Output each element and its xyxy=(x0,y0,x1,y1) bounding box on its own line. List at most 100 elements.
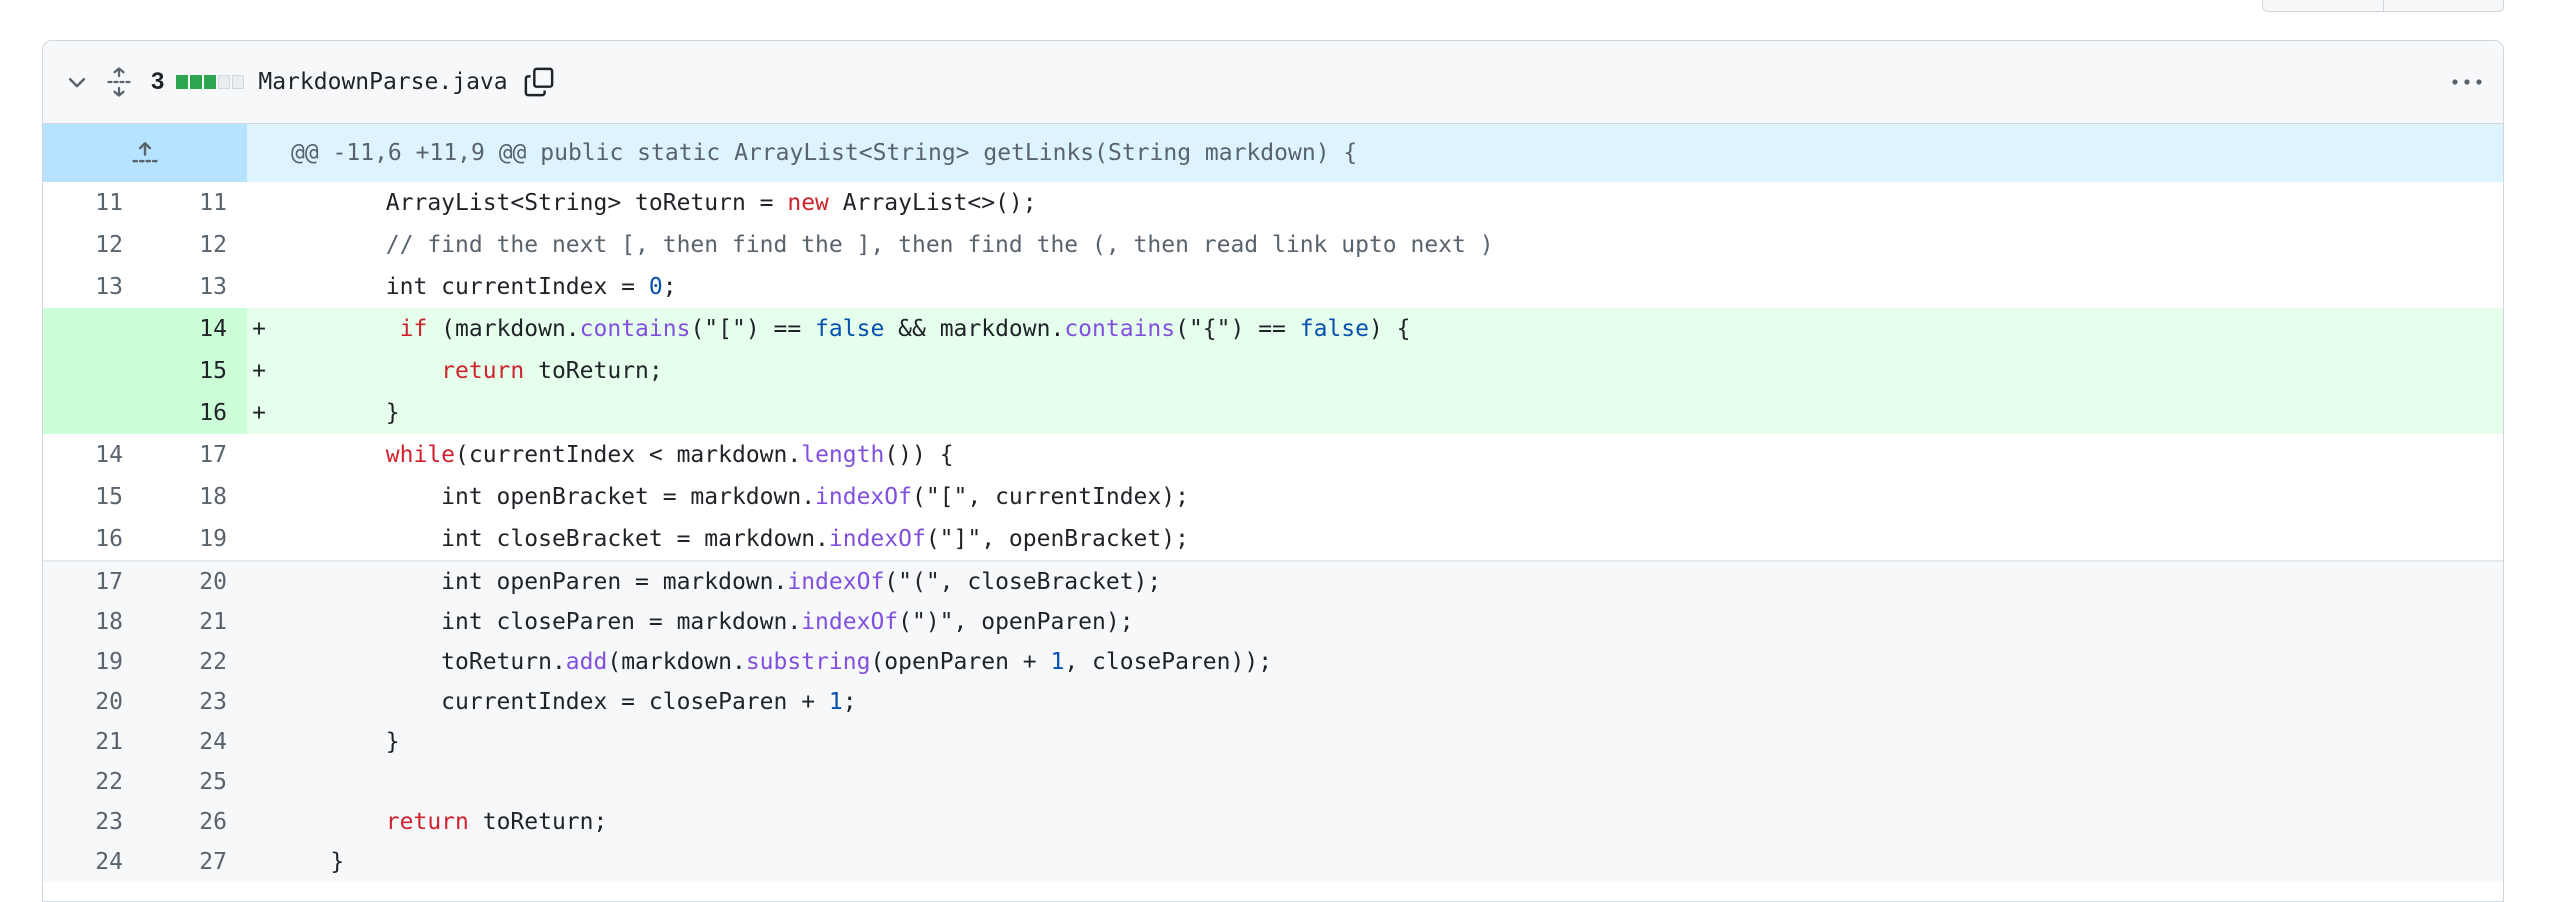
old-line-number[interactable]: 21 xyxy=(43,722,143,762)
view-toggle-left[interactable] xyxy=(2263,0,2383,11)
old-line-number[interactable]: 22 xyxy=(43,762,143,802)
code-token: currentIndex = closeParen + xyxy=(275,689,829,715)
new-line-number[interactable]: 18 xyxy=(143,476,247,518)
code-token: ; xyxy=(662,274,677,300)
code-token: length xyxy=(801,442,885,468)
old-line-number[interactable]: 14 xyxy=(43,434,143,476)
new-line-number[interactable]: 11 xyxy=(143,182,247,224)
code-token: toReturn; xyxy=(524,358,663,384)
old-line-number[interactable] xyxy=(43,308,143,350)
old-line-number[interactable]: 18 xyxy=(43,602,143,642)
file-diff: 3 MarkdownParse.java @@ -11,6 +11,9 @@ p… xyxy=(42,40,2504,902)
code-token: } xyxy=(275,400,400,426)
file-name[interactable]: MarkdownParse.java xyxy=(258,69,507,95)
code-token: ("(", closeBracket); xyxy=(884,569,1162,595)
diff-line-context: 11 11 ArrayList<String> toReturn = new Ar… xyxy=(43,182,2503,224)
diffstat-block-neutral xyxy=(218,75,231,89)
code-token: int openBracket = markdown. xyxy=(275,484,816,510)
old-line-number[interactable]: 15 xyxy=(43,476,143,518)
code-token: ("[") == xyxy=(690,316,816,342)
diffstat-block-add xyxy=(176,75,189,89)
diff-line-added: 15 + return toReturn; xyxy=(43,350,2503,392)
diffstat xyxy=(176,75,245,89)
new-line-number[interactable]: 22 xyxy=(143,642,247,682)
chevron-down-icon[interactable] xyxy=(59,64,95,100)
code-token: indexOf xyxy=(787,569,885,595)
code-line: } xyxy=(271,400,400,426)
diffstat-block-neutral xyxy=(232,75,245,89)
view-toggle[interactable] xyxy=(2262,0,2504,12)
new-line-number[interactable]: 27 xyxy=(143,842,247,882)
new-line-number[interactable]: 26 xyxy=(143,802,247,842)
new-line-number[interactable]: 14 xyxy=(143,308,247,350)
new-line-number[interactable]: 16 xyxy=(143,392,247,434)
new-line-number[interactable]: 21 xyxy=(143,602,247,642)
diff-line-context: 19 22 toReturn.add(markdown.substring(ope… xyxy=(43,642,2503,682)
old-line-number[interactable]: 13 xyxy=(43,266,143,308)
diff-table: @@ -11,6 +11,9 @@ public static ArrayLis… xyxy=(43,124,2503,882)
new-line-number[interactable]: 23 xyxy=(143,682,247,722)
new-line-number[interactable]: 19 xyxy=(143,518,247,560)
new-line-number[interactable]: 20 xyxy=(143,562,247,602)
new-line-number[interactable]: 12 xyxy=(143,224,247,266)
old-line-number[interactable]: 20 xyxy=(43,682,143,722)
diff-line-context: 24 27 } xyxy=(43,842,2503,882)
code-token: (openParen + xyxy=(870,649,1051,675)
code-token: toReturn; xyxy=(468,809,608,835)
new-line-number[interactable]: 24 xyxy=(143,722,247,762)
code-token: indexOf xyxy=(828,526,926,552)
diff-line-context: 14 17 while(currentIndex < markdown.lengt… xyxy=(43,434,2503,476)
code-token: false xyxy=(815,316,885,342)
diff-marker: + xyxy=(252,400,266,426)
view-toggle-right[interactable] xyxy=(2382,0,2504,11)
old-line-number[interactable] xyxy=(43,350,143,392)
code-token: return xyxy=(385,809,469,835)
code-token: indexOf xyxy=(801,609,899,635)
diff-line-context: 20 23 currentIndex = closeParen + 1; xyxy=(43,682,2503,722)
old-line-number[interactable]: 16 xyxy=(43,518,143,560)
code-token: ) { xyxy=(1368,316,1411,342)
new-line-number[interactable]: 17 xyxy=(143,434,247,476)
new-line-number[interactable]: 13 xyxy=(143,266,247,308)
code-token: toReturn. xyxy=(275,649,566,675)
code-line: if (markdown.contains("[") == false && m… xyxy=(271,316,1411,342)
code-token: , closeParen)); xyxy=(1064,649,1273,675)
changes-count: 3 xyxy=(151,68,165,95)
new-line-number[interactable]: 25 xyxy=(143,762,247,802)
code-token: return xyxy=(441,358,525,384)
code-token: ArrayList<String> toReturn = xyxy=(275,190,788,216)
code-token: && markdown. xyxy=(884,316,1065,342)
code-token: ()) { xyxy=(884,442,954,468)
unfold-icon[interactable] xyxy=(101,64,137,100)
copy-icon[interactable] xyxy=(522,65,556,99)
code-line: toReturn.add(markdown.substring(openPare… xyxy=(271,649,1272,675)
old-line-number[interactable]: 11 xyxy=(43,182,143,224)
diff-marker: + xyxy=(252,316,266,342)
code-token: ArrayList<>(); xyxy=(828,190,1037,216)
code-token: ("{") == xyxy=(1175,316,1300,342)
code-line: while(currentIndex < markdown.length()) … xyxy=(271,442,954,468)
code-token: while xyxy=(385,442,456,468)
code-token: contains xyxy=(579,316,691,342)
diff-line-context: 15 18 int openBracket = markdown.indexOf(… xyxy=(43,476,2503,518)
code-line: } xyxy=(271,849,344,875)
old-line-number[interactable]: 17 xyxy=(43,562,143,602)
diff-line-added: 16 + } xyxy=(43,392,2503,434)
diff-line-context: 13 13 int currentIndex = 0; xyxy=(43,266,2503,308)
diff-marker: + xyxy=(252,358,266,384)
code-token: contains xyxy=(1064,316,1176,342)
old-line-number[interactable]: 12 xyxy=(43,224,143,266)
new-line-number[interactable]: 15 xyxy=(143,350,247,392)
old-line-number[interactable]: 23 xyxy=(43,802,143,842)
code-line: int currentIndex = 0; xyxy=(271,274,677,300)
kebab-menu-icon[interactable] xyxy=(2449,64,2485,100)
old-line-number[interactable]: 24 xyxy=(43,842,143,882)
diff-line-context: 21 24 } xyxy=(43,722,2503,762)
code-line: return toReturn; xyxy=(271,358,663,384)
old-line-number[interactable]: 19 xyxy=(43,642,143,682)
old-line-number[interactable] xyxy=(43,392,143,434)
code-token: 0 xyxy=(648,274,663,300)
expand-up-icon[interactable] xyxy=(43,124,247,182)
